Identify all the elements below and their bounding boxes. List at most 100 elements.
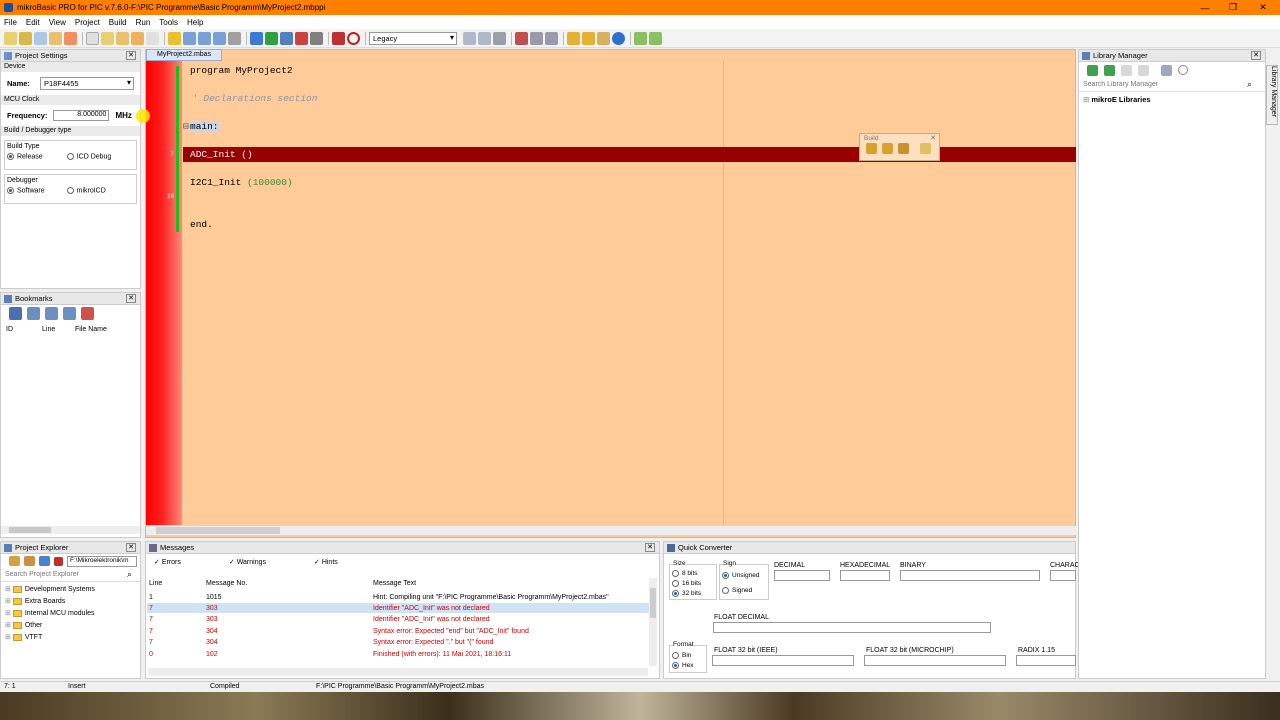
save-project-icon[interactable] — [34, 31, 47, 45]
mikroicd-radio[interactable]: mikroICD — [66, 187, 106, 194]
float-decimal-input[interactable] — [713, 622, 991, 633]
back-icon[interactable] — [634, 31, 647, 45]
signed-radio[interactable]: Signed — [722, 583, 766, 598]
new-file-icon[interactable] — [86, 31, 99, 45]
options-icon[interactable] — [530, 31, 543, 45]
help-icon[interactable] — [612, 31, 625, 45]
hints-checkbox[interactable]: ✓ Hints — [314, 558, 338, 566]
binary-input[interactable] — [900, 570, 1040, 581]
size-32-radio[interactable]: 32 bits — [672, 589, 714, 599]
stop-icon[interactable] — [54, 556, 63, 566]
search-icon[interactable]: ⌕ — [1247, 79, 1252, 90]
build-icon[interactable] — [567, 31, 580, 45]
unsigned-radio[interactable]: Unsigned — [722, 568, 766, 583]
edit-bookmark-icon[interactable] — [27, 306, 40, 320]
bin-radio[interactable]: Bin — [672, 651, 704, 661]
add-bookmark-icon[interactable] — [9, 306, 22, 320]
code-line-comment[interactable]: ' Declarations section — [192, 93, 317, 104]
errors-checkbox[interactable]: ✓ Errors — [154, 558, 181, 566]
menu-project[interactable]: Project — [75, 18, 100, 27]
library-manager-side-tab[interactable]: Library Manager — [1266, 65, 1278, 125]
print-icon[interactable] — [146, 31, 159, 45]
save-selection-icon[interactable] — [1121, 64, 1132, 76]
package-icon[interactable] — [24, 556, 35, 566]
decimal-input[interactable] — [774, 570, 830, 581]
build-all-icon[interactable] — [882, 143, 893, 154]
find-icon[interactable] — [280, 31, 293, 45]
mcu-clock-section[interactable]: MCU Clock — [1, 95, 140, 105]
menu-view[interactable]: View — [49, 18, 66, 27]
software-radio[interactable]: Software — [7, 187, 45, 194]
device-name-combo[interactable]: P18F4455 — [39, 77, 134, 90]
device-section[interactable]: Device — [1, 62, 140, 72]
menu-build[interactable]: Build — [109, 18, 127, 27]
save-icon[interactable] — [183, 31, 196, 45]
delete-bookmark-icon[interactable] — [81, 306, 94, 320]
editor-horizontal-scrollbar[interactable] — [146, 526, 1076, 535]
menu-help[interactable]: Help — [187, 18, 203, 27]
scheme-combo[interactable]: Legacy — [369, 31, 457, 45]
indent-icon[interactable] — [250, 31, 263, 45]
save-all-icon[interactable] — [213, 31, 226, 45]
close-file-icon[interactable] — [131, 31, 144, 45]
project-folder-icon[interactable] — [49, 31, 62, 45]
tree-item-vtft[interactable]: ⊞ VTFT — [5, 632, 136, 644]
build-all-icon[interactable] — [582, 31, 595, 45]
build-icon[interactable] — [866, 143, 877, 154]
tree-item-mikroe-libraries[interactable]: ⊞ mikroE Libraries — [1079, 92, 1265, 107]
reopen-icon[interactable] — [116, 31, 129, 45]
frequency-input[interactable]: 8.000000 — [53, 110, 110, 121]
code-line-end[interactable]: end. — [190, 219, 213, 230]
tree-item-development-systems[interactable]: ⊞ Development Systems — [5, 584, 136, 596]
expand-icon[interactable]: ⊞ — [1083, 95, 1089, 104]
home-icon[interactable] — [9, 556, 20, 566]
program-icon[interactable] — [597, 31, 610, 45]
code-editor[interactable] — [145, 49, 1076, 538]
warnings-checkbox[interactable]: ✓ Warnings — [229, 558, 266, 566]
close-panel-icon[interactable]: ✕ — [645, 543, 655, 552]
menu-edit[interactable]: Edit — [26, 18, 40, 27]
up-icon[interactable] — [39, 556, 50, 566]
float32-ieee-input[interactable] — [712, 655, 854, 666]
menu-run[interactable]: Run — [136, 18, 151, 27]
goto-bookmark-icon[interactable] — [45, 306, 58, 320]
messages-vertical-scrollbar[interactable] — [649, 578, 657, 666]
tree-item-internal-mcu-modules[interactable]: ⊞ Internal MCU modules — [5, 608, 136, 620]
outdent-icon[interactable] — [265, 31, 278, 45]
manage-packages-icon[interactable] — [1161, 64, 1172, 76]
radix-input[interactable] — [1016, 655, 1076, 666]
statistics-icon[interactable] — [545, 31, 558, 45]
size-8-radio[interactable]: 8 bits — [672, 569, 714, 579]
stop-icon[interactable] — [347, 31, 360, 45]
maximize-button[interactable]: ❐ — [1218, 0, 1248, 15]
search-project-explorer[interactable] — [3, 569, 127, 580]
load-selection-icon[interactable] — [1138, 64, 1149, 76]
minimize-button[interactable]: — — [1190, 0, 1220, 15]
release-radio[interactable]: Release — [7, 153, 43, 160]
uncheck-all-icon[interactable] — [1104, 64, 1115, 76]
close-button[interactable]: ✕ — [1248, 0, 1278, 15]
close-panel-icon[interactable]: ✕ — [126, 543, 136, 552]
code-line-main[interactable]: main: — [190, 121, 219, 132]
print-preview-icon[interactable] — [228, 31, 241, 45]
build-debugger-section[interactable]: Build / Debugger type — [1, 126, 140, 136]
close-panel-icon[interactable]: ✕ — [126, 294, 136, 303]
editor-tab[interactable]: MyProject2.mbas — [146, 49, 223, 61]
open-project-icon[interactable] — [19, 31, 32, 45]
messages-horizontal-scrollbar[interactable] — [148, 668, 648, 676]
check-all-icon[interactable] — [1087, 64, 1098, 76]
fold-icon[interactable]: ⊟ — [183, 121, 189, 132]
tree-item-extra-boards[interactable]: ⊞ Extra Boards — [5, 596, 136, 608]
forward-icon[interactable] — [649, 31, 662, 45]
close-icon[interactable]: ✕ — [930, 134, 936, 142]
horizontal-scrollbar[interactable] — [1, 526, 140, 534]
refresh-icon[interactable] — [1178, 65, 1188, 75]
replace-icon[interactable] — [295, 31, 308, 45]
code-line-adc-init[interactable]: ADC_Init () — [190, 149, 253, 160]
close-project-icon[interactable] — [64, 31, 77, 45]
hexadecimal-input[interactable] — [840, 570, 890, 581]
view-listing-icon[interactable] — [493, 31, 506, 45]
character-input[interactable] — [1050, 570, 1076, 581]
menu-tools[interactable]: Tools — [159, 18, 178, 27]
code-line-i2c-init[interactable]: I2C1_Init (100000) — [190, 177, 293, 188]
